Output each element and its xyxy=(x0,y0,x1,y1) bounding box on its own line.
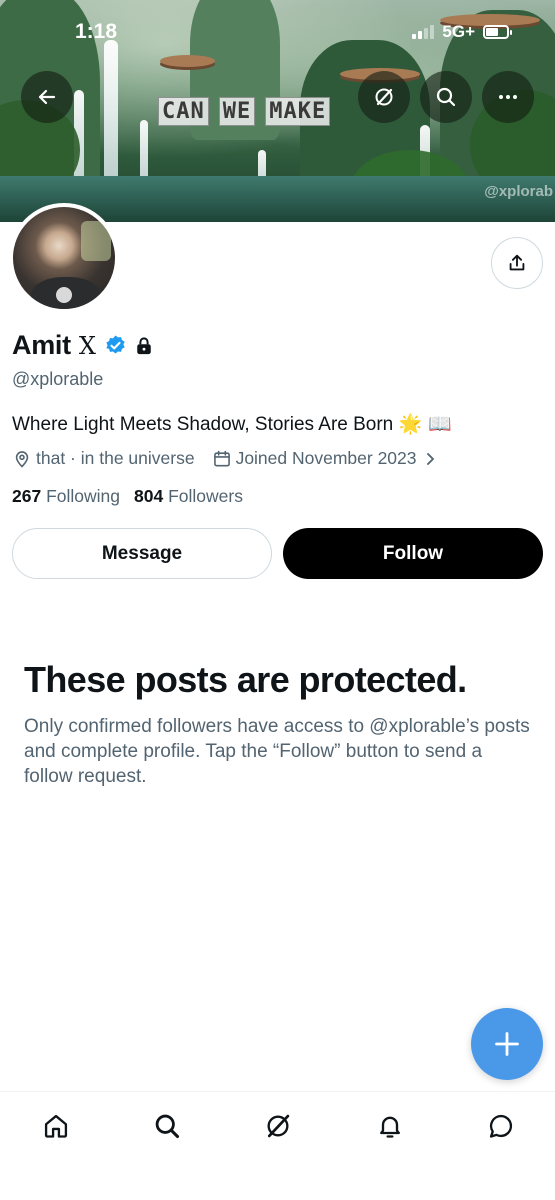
notifications-icon xyxy=(380,1116,400,1138)
following-label: Following xyxy=(46,486,121,506)
banner-watermark: @xplorab xyxy=(484,183,553,200)
verified-badge-icon[interactable] xyxy=(104,334,127,357)
calendar-icon xyxy=(213,450,230,466)
location-icon xyxy=(15,450,29,468)
profile-meta: that · in the universe Joined November 2… xyxy=(12,448,441,469)
bottom-nav xyxy=(0,1091,555,1200)
nav-messages[interactable] xyxy=(484,1109,518,1143)
banner-caption: CAN WE MAKE xyxy=(158,97,331,126)
search-button[interactable] xyxy=(420,71,472,123)
lock-icon xyxy=(137,336,151,354)
banner-caption-word: MAKE xyxy=(265,97,331,126)
profile-name: Amit xyxy=(12,330,71,360)
nav-grok[interactable] xyxy=(261,1109,295,1143)
profile-location: that · in the universe xyxy=(36,448,195,468)
status-time: 1:18 xyxy=(75,20,118,43)
following-link[interactable]: 267 Following xyxy=(12,486,120,507)
profile-bio: Where Light Meets Shadow, Stories Are Bo… xyxy=(12,412,452,436)
status-indicators: 5G+ xyxy=(412,22,512,42)
banner-caption-word: WE xyxy=(218,97,256,126)
protected-description: Only confirmed followers have access to … xyxy=(24,716,530,787)
cellular-signal-icon xyxy=(412,25,435,39)
follow-button[interactable]: Follow xyxy=(283,528,543,579)
followers-label: Followers xyxy=(168,486,243,506)
home-icon xyxy=(44,1114,68,1138)
nav-notifications[interactable] xyxy=(373,1109,407,1143)
following-count: 267 xyxy=(12,486,42,506)
grok-icon xyxy=(267,1114,290,1138)
back-arrow-icon xyxy=(38,89,56,105)
protected-title: These posts are protected. xyxy=(24,659,467,700)
chevron-right-icon xyxy=(426,452,434,465)
profile-joined: Joined November 2023 xyxy=(235,448,417,468)
more-button[interactable] xyxy=(482,71,534,123)
profile-name-row: Amit X xyxy=(12,330,153,361)
avatar[interactable] xyxy=(9,203,119,313)
more-icon xyxy=(499,95,517,99)
compose-post-button[interactable] xyxy=(471,1008,543,1080)
messages-icon xyxy=(489,1114,513,1138)
share-icon xyxy=(509,254,525,271)
plus-icon xyxy=(495,1032,519,1056)
search-icon xyxy=(155,1114,180,1139)
joined-date[interactable]: Joined November 2023 xyxy=(212,448,441,469)
battery-icon xyxy=(483,25,512,39)
search-icon xyxy=(436,87,456,107)
follow-stats: 267 Following 804 Followers xyxy=(12,486,243,507)
followers-link[interactable]: 804 Followers xyxy=(134,486,243,507)
network-type: 5G+ xyxy=(442,22,475,41)
banner-caption-word: CAN xyxy=(158,97,209,126)
share-button[interactable] xyxy=(491,237,543,289)
profile-name-suffix: X xyxy=(78,331,96,360)
grok-icon xyxy=(375,88,393,106)
bio-text: Where Light Meets Shadow, Stories Are Bo… xyxy=(12,414,394,435)
followers-count: 804 xyxy=(134,486,164,506)
message-button[interactable]: Message xyxy=(12,528,272,579)
bio-emoji: 🌟 📖 xyxy=(398,413,452,435)
grok-button[interactable] xyxy=(358,71,410,123)
nav-search[interactable] xyxy=(150,1109,184,1143)
nav-home[interactable] xyxy=(39,1109,73,1143)
profile-handle: @xplorable xyxy=(12,369,104,389)
back-button[interactable] xyxy=(21,71,73,123)
